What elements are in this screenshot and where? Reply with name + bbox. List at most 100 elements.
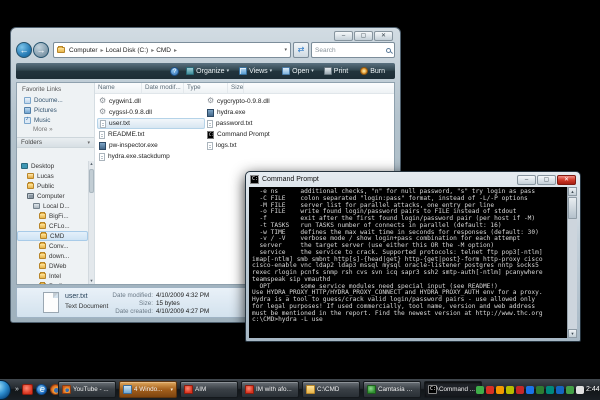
folder-tree-item[interactable]: BigFi... bbox=[17, 211, 88, 221]
column-header[interactable]: Type bbox=[184, 83, 228, 93]
taskbar-button-label: YouTube - ... bbox=[73, 386, 109, 393]
taskbar-button[interactable]: Command ... bbox=[424, 381, 482, 398]
file-item[interactable]: hydra.exe.stackdump bbox=[97, 151, 205, 162]
file-item[interactable]: cygssl-0.9.8.dll bbox=[97, 107, 205, 118]
taskbar-button[interactable]: IM with afo... bbox=[241, 381, 299, 398]
file-item[interactable]: password.txt bbox=[205, 118, 313, 129]
folder-tree-item[interactable]: Intel bbox=[17, 271, 88, 281]
address-breadcrumb[interactable]: ComputerLocal Disk (C:)CMD ▾ bbox=[53, 42, 291, 58]
tray-icon[interactable] bbox=[486, 386, 494, 394]
toolbar-button[interactable]: Open ▾ bbox=[279, 65, 317, 78]
tray-icon[interactable] bbox=[546, 386, 554, 394]
taskbar-clock[interactable]: 2:44 bbox=[586, 386, 600, 393]
chevron-down-icon[interactable]: ▾ bbox=[87, 140, 90, 146]
folder-tree-label: Desktop bbox=[31, 163, 54, 170]
tray-icon[interactable] bbox=[476, 386, 484, 394]
details-file-name: user.txt bbox=[65, 293, 88, 300]
toolbar-button-label: Open bbox=[292, 68, 309, 75]
favorite-link[interactable]: Pictures bbox=[17, 105, 94, 115]
file-item[interactable]: pw-inspector.exe bbox=[97, 140, 205, 151]
quick-launch-icon[interactable] bbox=[22, 384, 33, 395]
search-placeholder: Search bbox=[315, 47, 336, 54]
minimize-button[interactable]: – bbox=[517, 175, 536, 185]
folders-scrollbar[interactable]: ▲ ▼ bbox=[88, 161, 94, 284]
file-item[interactable]: logs.txt bbox=[205, 140, 313, 151]
tray-icon[interactable] bbox=[556, 386, 564, 394]
file-item[interactable]: cygcrypto-0.9.8.dll bbox=[205, 96, 313, 107]
breadcrumb-segment[interactable]: CMD bbox=[155, 47, 178, 54]
file-icon bbox=[207, 98, 214, 106]
tray-icon[interactable] bbox=[516, 386, 524, 394]
close-button[interactable]: ✕ bbox=[557, 175, 576, 185]
column-header[interactable]: Name bbox=[95, 83, 142, 93]
file-item[interactable]: cygwin1.dll bbox=[97, 96, 205, 107]
folder-tree-item[interactable]: PerfL... bbox=[17, 281, 88, 284]
column-header[interactable]: Date modif... bbox=[142, 83, 184, 93]
tray-icon[interactable] bbox=[506, 386, 514, 394]
folders-header[interactable]: Folders ▾ bbox=[17, 137, 94, 148]
taskbar-button[interactable]: YouTube - ... bbox=[58, 381, 116, 398]
console-line: c:\CMD>hydra -L use bbox=[252, 317, 567, 324]
tray-icon[interactable] bbox=[536, 386, 544, 394]
folder-tree-item[interactable]: Lucas bbox=[17, 171, 88, 181]
folder-tree-item[interactable]: DWeb bbox=[17, 261, 88, 271]
quick-launch-icon[interactable] bbox=[36, 384, 47, 395]
taskbar-button[interactable]: C:\CMD bbox=[302, 381, 360, 398]
file-item[interactable]: Command Prompt bbox=[205, 129, 313, 140]
breadcrumb-segment[interactable]: Local Disk (C:) bbox=[105, 47, 156, 54]
command-prompt-titlebar[interactable]: Command Prompt – ▢ ✕ bbox=[246, 172, 580, 187]
search-input[interactable]: Search bbox=[311, 42, 395, 58]
taskbar-buttons: YouTube - ... 4 Windo... ▾ AIM IM with a… bbox=[58, 381, 482, 398]
tray-icon[interactable] bbox=[566, 386, 574, 394]
folder-tree-item[interactable]: CMD bbox=[17, 231, 88, 241]
folder-tree-item[interactable]: Conv... bbox=[17, 241, 88, 251]
scroll-up-icon[interactable]: ▲ bbox=[89, 161, 94, 167]
breadcrumb-segment[interactable]: Computer bbox=[68, 47, 105, 54]
command-prompt-window[interactable]: Command Prompt – ▢ ✕ -e ns additional ch… bbox=[245, 171, 581, 342]
back-button[interactable]: ← bbox=[16, 42, 32, 58]
taskbar-button[interactable]: AIM bbox=[180, 381, 238, 398]
help-icon[interactable]: ? bbox=[170, 67, 179, 76]
scrollbar-thumb[interactable] bbox=[89, 169, 94, 193]
folder-tree-item[interactable]: Computer bbox=[17, 191, 88, 201]
folder-tree-item[interactable]: down... bbox=[17, 251, 88, 261]
file-item[interactable]: user.txt bbox=[97, 118, 205, 129]
taskbar-button[interactable]: Camtasia St... bbox=[363, 381, 421, 398]
tray-icon[interactable] bbox=[526, 386, 534, 394]
scroll-up-icon[interactable]: ▲ bbox=[568, 187, 577, 196]
scrollbar-thumb[interactable] bbox=[568, 197, 577, 219]
search-icon[interactable] bbox=[386, 48, 391, 53]
folder-tree-item[interactable]: CFLo... bbox=[17, 221, 88, 231]
scroll-down-icon[interactable]: ▼ bbox=[568, 329, 577, 338]
maximize-button[interactable]: ▢ bbox=[537, 175, 556, 185]
console[interactable]: -e ns additional checks, "n" for null pa… bbox=[249, 187, 577, 338]
file-icon bbox=[99, 153, 105, 161]
folder-tree-item[interactable]: Public bbox=[17, 181, 88, 191]
favorite-link[interactable]: Docume... bbox=[17, 95, 94, 105]
console-scrollbar[interactable]: ▲ ▼ bbox=[567, 187, 577, 338]
scroll-down-icon[interactable]: ▼ bbox=[89, 278, 94, 284]
column-header[interactable]: Size bbox=[228, 83, 244, 93]
address-dropdown-icon[interactable]: ▾ bbox=[284, 47, 287, 53]
quick-launch-overflow-icon[interactable]: » bbox=[15, 386, 19, 393]
system-tray bbox=[476, 386, 584, 394]
tray-icon[interactable] bbox=[576, 386, 584, 394]
file-item[interactable]: README.txt bbox=[97, 129, 205, 140]
chevron-down-icon: ▾ bbox=[170, 387, 173, 393]
toolbar-button[interactable]: Print bbox=[321, 65, 353, 78]
start-button[interactable] bbox=[0, 380, 11, 400]
folder-tree-icon bbox=[39, 213, 46, 219]
tray-icon[interactable] bbox=[496, 386, 504, 394]
toolbar-button[interactable]: Burn bbox=[357, 65, 390, 78]
favorite-link[interactable]: Music bbox=[17, 115, 94, 125]
toolbar-button[interactable]: Views ▾ bbox=[236, 65, 275, 78]
refresh-button[interactable]: ⇄ bbox=[293, 42, 309, 58]
folder-tree-item[interactable]: Desktop bbox=[17, 161, 88, 171]
toolbar-button[interactable]: Organize ▾ bbox=[183, 65, 232, 78]
folder-tree-item[interactable]: Local D... bbox=[17, 201, 88, 211]
taskbar-button[interactable]: 4 Windo... ▾ bbox=[119, 381, 177, 398]
file-item[interactable]: hydra.exe bbox=[205, 107, 313, 118]
forward-button[interactable]: → bbox=[33, 42, 49, 58]
favorite-links-more[interactable]: More » bbox=[17, 125, 94, 135]
details-field-label: Date created: bbox=[101, 308, 153, 316]
